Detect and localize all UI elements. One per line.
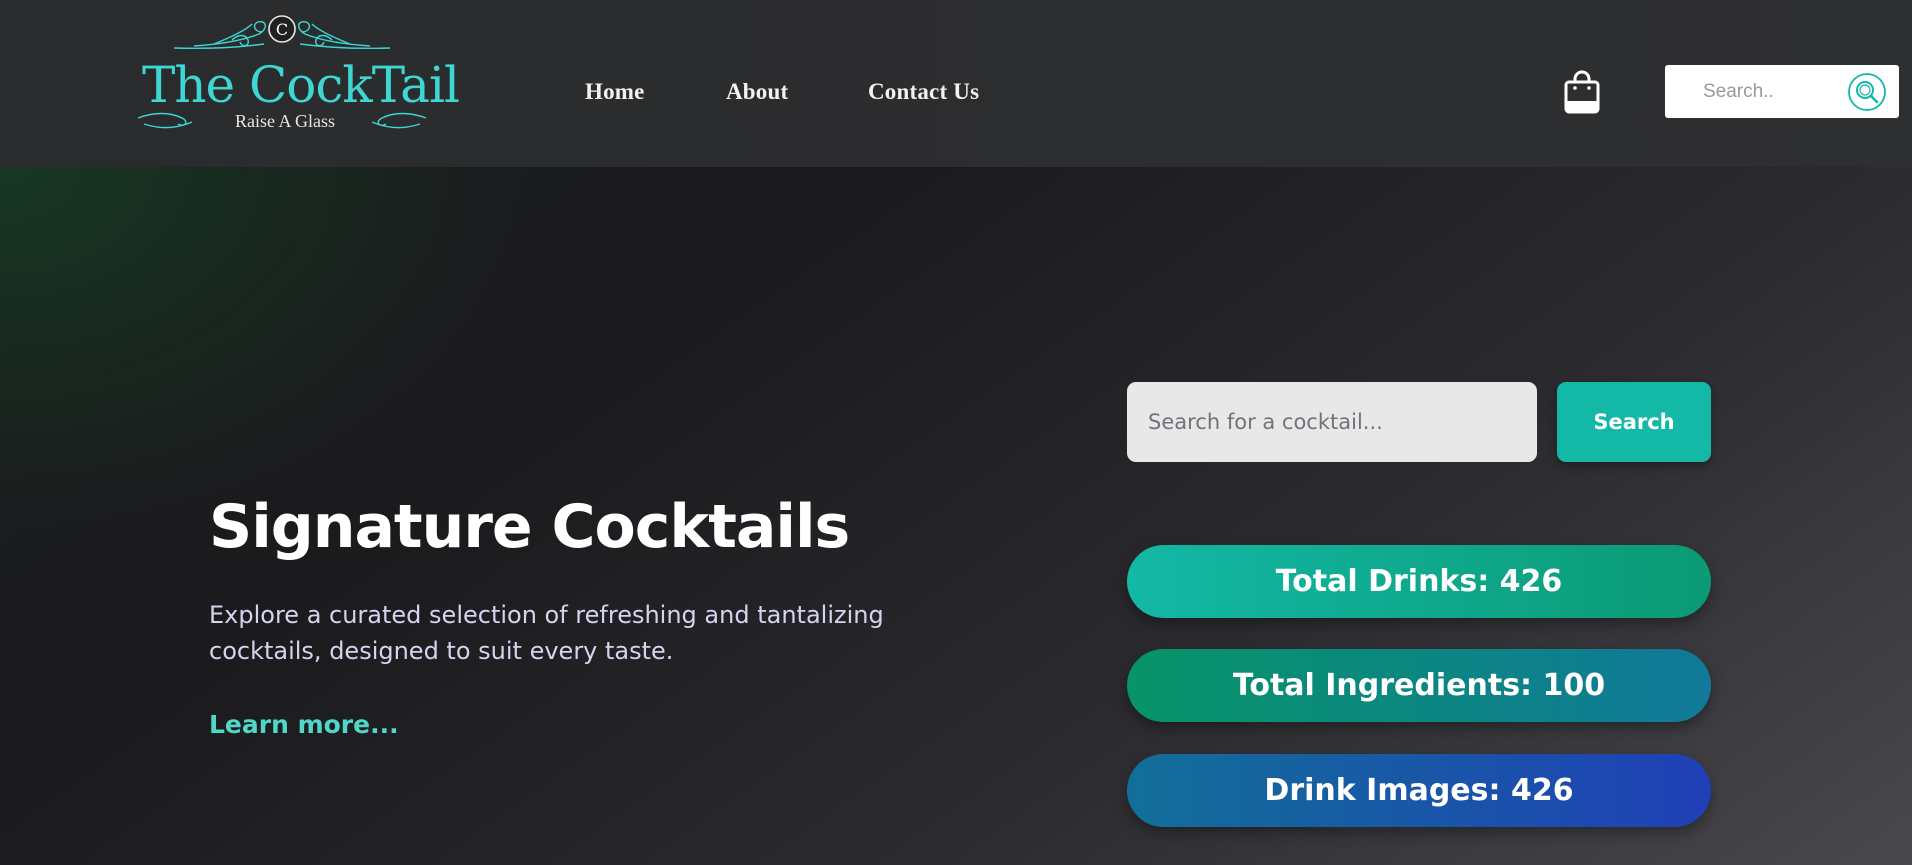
hero-title: Signature Cocktails bbox=[209, 492, 850, 562]
cocktail-search-button[interactable]: Search bbox=[1557, 382, 1711, 462]
site-logo[interactable]: C The CockTail Raise A Glass bbox=[134, 8, 460, 136]
learn-more-link[interactable]: Learn more... bbox=[209, 707, 399, 743]
hero-section: Signature Cocktails Explore a curated se… bbox=[0, 167, 1912, 865]
header-search bbox=[1665, 65, 1899, 118]
stat-total-ingredients: Total Ingredients: 100 bbox=[1127, 649, 1711, 722]
stat-total-drinks: Total Drinks: 426 bbox=[1127, 545, 1711, 618]
nav-home[interactable]: Home bbox=[585, 76, 645, 108]
logo-monogram: C bbox=[276, 20, 288, 39]
logo-title: The CockTail bbox=[142, 56, 460, 114]
stat-drink-images: Drink Images: 426 bbox=[1127, 754, 1711, 827]
shopping-bag-icon[interactable] bbox=[1562, 70, 1602, 114]
nav-contact-us[interactable]: Contact Us bbox=[868, 76, 979, 108]
header-search-input[interactable] bbox=[1683, 73, 1833, 111]
cocktail-search-input[interactable] bbox=[1127, 382, 1537, 462]
search-icon[interactable] bbox=[1847, 72, 1887, 112]
site-header: C The CockTail Raise A Glass Home About … bbox=[0, 0, 1912, 167]
hero-description: Explore a curated selection of refreshin… bbox=[209, 601, 884, 665]
nav-about[interactable]: About bbox=[726, 76, 788, 108]
logo-tagline: Raise A Glass bbox=[234, 111, 335, 131]
